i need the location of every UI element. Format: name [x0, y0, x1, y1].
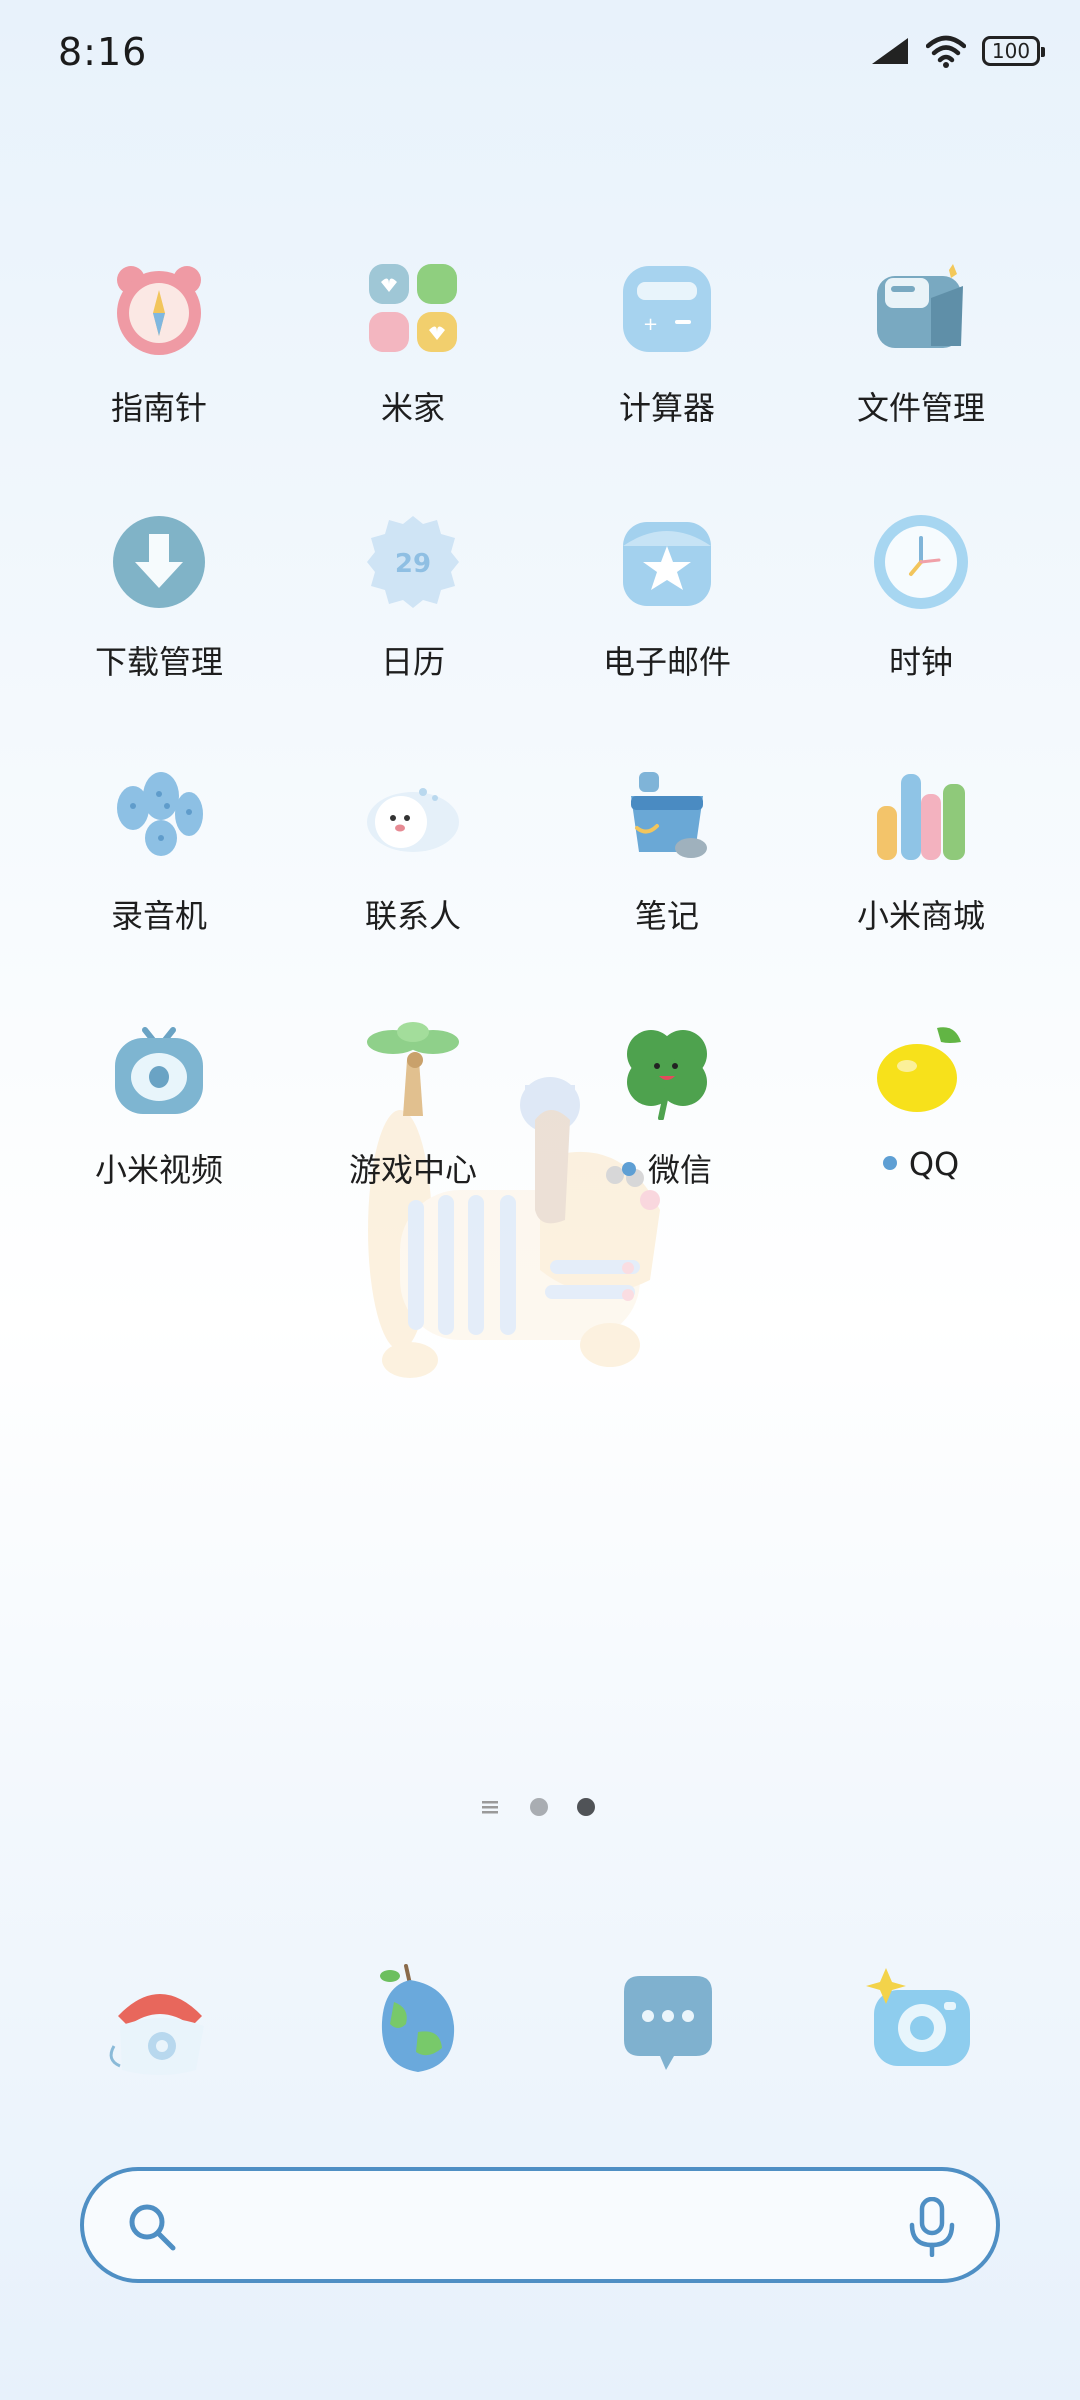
clock-icon [874, 515, 968, 609]
app-notes[interactable]: 笔记 [540, 766, 794, 1006]
app-label: 米家 [380, 389, 445, 427]
microphone-icon[interactable] [906, 2197, 958, 2257]
messages-icon [624, 1976, 712, 2070]
app-mi-store[interactable]: 小米商城 [794, 766, 1048, 1006]
app-recorder[interactable]: 录音机 [32, 766, 286, 1006]
phone-icon [109, 1994, 204, 2075]
email-icon [623, 522, 711, 606]
app-label: 电子邮件 [602, 643, 731, 681]
download-icon [113, 516, 205, 608]
app-game-center[interactable]: 游戏中心 [286, 1020, 540, 1260]
app-label: 录音机 [110, 897, 207, 935]
app-compass[interactable]: 指南针 [32, 258, 286, 498]
app-file-manager[interactable]: 文件管理 [794, 258, 1048, 498]
menu-lines-icon [482, 1801, 498, 1814]
app-download-manager[interactable]: 下载管理 [32, 512, 286, 752]
app-mi-video[interactable]: 小米视频 [32, 1020, 286, 1260]
dock-messages[interactable] [608, 1962, 728, 2082]
mi-video-icon [115, 1027, 203, 1114]
app-label: 游戏中心 [348, 1151, 477, 1189]
browser-icon [380, 1964, 455, 2072]
new-badge-dot [621, 1162, 636, 1176]
page-dot-1 [530, 1798, 548, 1816]
game-center-icon [367, 1022, 459, 1116]
search-input[interactable] [204, 2191, 868, 2263]
app-label: 计算器 [618, 389, 715, 427]
app-qq[interactable]: QQ [794, 1020, 1048, 1260]
mijia-icon [369, 264, 457, 352]
app-label: 时钟 [888, 643, 953, 681]
dock-camera[interactable] [862, 1962, 982, 2082]
app-label: 日历 [380, 643, 445, 681]
status-time: 8:16 [58, 30, 148, 74]
wifi-icon [926, 35, 966, 68]
contacts-icon [367, 788, 459, 852]
mi-store-icon [877, 774, 965, 860]
recorder-icon [117, 772, 203, 856]
app-calculator[interactable]: + 计算器 [540, 258, 794, 498]
svg-text:29: 29 [395, 549, 431, 579]
app-label: 指南针 [110, 389, 207, 427]
dock-phone[interactable] [100, 1962, 220, 2082]
app-label: 笔记 [634, 897, 699, 935]
app-label: 微信 [540, 1145, 794, 1191]
page-dot-2-active [577, 1798, 595, 1816]
app-mijia[interactable]: 米家 [286, 258, 540, 498]
status-bar: 8:16 100 [0, 0, 1080, 112]
calendar-icon: 29 [367, 516, 459, 608]
battery-level: 100 [991, 39, 1031, 63]
app-clock[interactable]: 时钟 [794, 512, 1048, 752]
search-icon [129, 2204, 176, 2251]
app-label: 小米商城 [856, 897, 985, 935]
app-label: 小米视频 [94, 1151, 223, 1189]
wechat-icon [627, 1030, 707, 1120]
app-label: 文件管理 [856, 389, 985, 427]
notes-icon [631, 772, 707, 858]
app-email[interactable]: 电子邮件 [540, 512, 794, 752]
compass-icon [117, 266, 201, 355]
app-contacts[interactable]: 联系人 [286, 766, 540, 1006]
app-wechat[interactable]: 微信 [540, 1020, 794, 1260]
app-label: 下载管理 [94, 643, 223, 681]
app-label: QQ [794, 1145, 1048, 1183]
calculator-icon: + [623, 266, 711, 352]
search-bar[interactable] [80, 2167, 1000, 2283]
status-icons: 100 [870, 34, 1045, 68]
dock-browser[interactable] [354, 1962, 474, 2082]
battery-icon: 100 [982, 36, 1045, 66]
app-calendar[interactable]: 29 日历 [286, 512, 540, 752]
file-manager-icon [877, 264, 963, 348]
svg-text:+: + [643, 314, 658, 335]
signal-icon [872, 38, 908, 64]
new-badge-dot [882, 1156, 897, 1170]
camera-icon [866, 1968, 970, 2066]
app-label: 联系人 [364, 897, 461, 935]
page-indicator[interactable] [480, 1795, 600, 1819]
qq-icon [877, 1027, 961, 1112]
